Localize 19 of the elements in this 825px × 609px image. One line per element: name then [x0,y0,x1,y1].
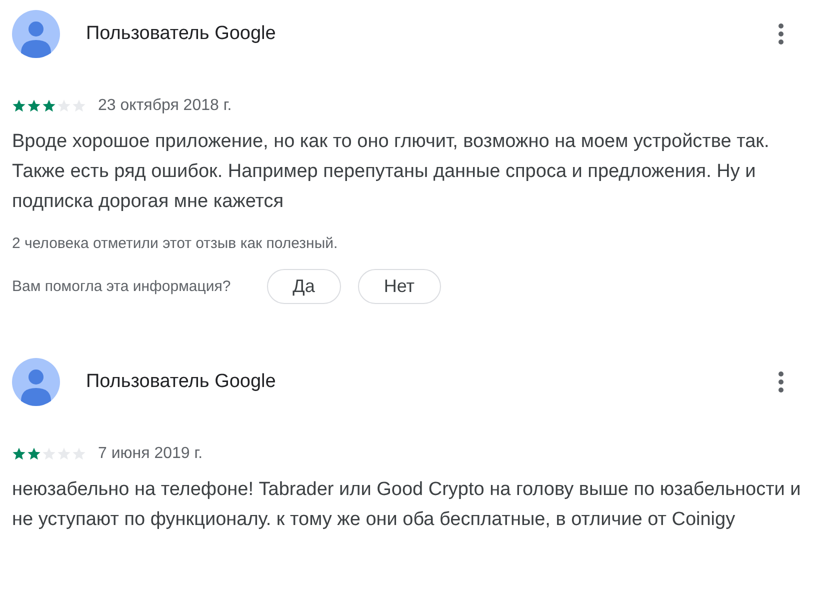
review-date: 23 октября 2018 г. [98,97,232,115]
more-menu-icon[interactable] [778,371,784,393]
helpful-count: 2 человека отметили этот отзыв как полезный. [12,235,339,252]
review-text: неюзабельно на телефоне! Tabrader или Good Crypto на голову выше по юзабельности и не уступают по функционалу. к тому же они оба бесплатные, в отличие от Coinigy [12,478,802,532]
helpful-question: Вам помогла эта информация? [12,278,231,295]
filled-star-icon [12,447,26,461]
review-date: 7 июня 2019 г. [98,445,203,463]
author-name: Пользователь Google [86,371,277,393]
filled-star-icon [42,99,56,113]
more-menu-icon[interactable] [778,23,784,45]
author-name: Пользователь Google [86,23,277,45]
review-text: Вроде хорошое приложение, но как то оно глючит, возможно на моем устройстве так. Также есть ряд ошибок. Например перепутаны данные спроса и предложения. Ну и подписка дорогая мне кажется [12,130,770,214]
filled-star-icon [12,99,26,113]
filled-star-icon [27,447,41,461]
avatar-icon [12,10,60,58]
vote-button[interactable]: Нет [358,269,441,304]
avatar-icon [12,358,60,406]
filled-star-icon [27,99,41,113]
vote-button[interactable]: Да [266,269,341,304]
